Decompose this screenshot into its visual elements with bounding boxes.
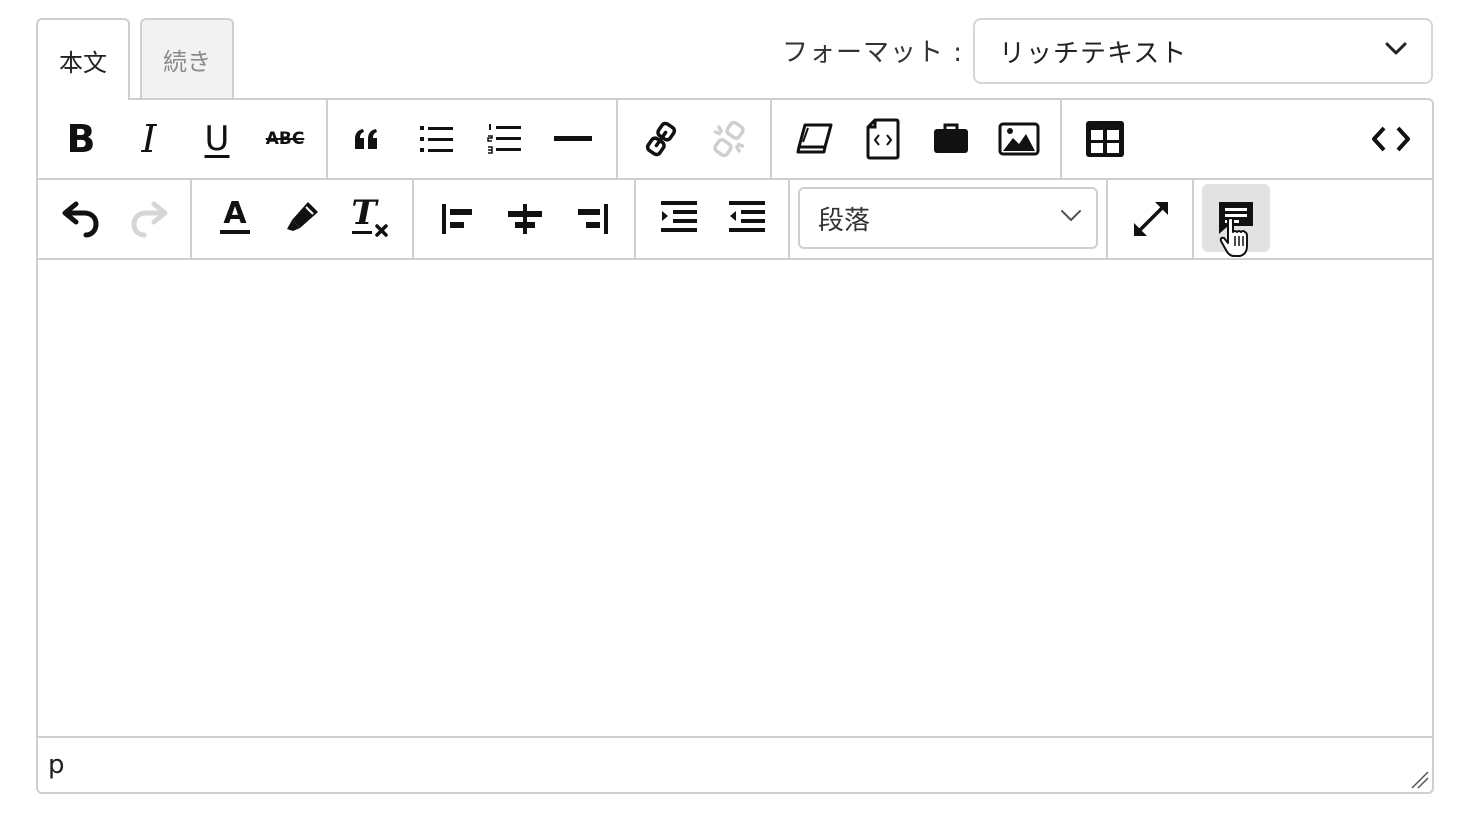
- svg-text:T: T: [351, 196, 379, 233]
- clear-format-button[interactable]: T: [342, 188, 400, 246]
- underline-button[interactable]: U: [188, 110, 246, 168]
- indent-button[interactable]: [650, 190, 708, 248]
- text-color-button[interactable]: A: [206, 188, 264, 246]
- redo-icon: [131, 201, 168, 238]
- tab-tsuzuki[interactable]: 続き: [140, 18, 234, 98]
- clear-format-icon: T: [351, 196, 388, 237]
- chevron-down-icon: [1061, 210, 1081, 221]
- align-right-icon: [578, 204, 608, 234]
- align-right-button[interactable]: [564, 190, 622, 248]
- toolbar-separator: [634, 180, 636, 258]
- image-button[interactable]: [990, 110, 1048, 168]
- code-file-icon: [866, 118, 900, 160]
- unlink-icon: [713, 120, 745, 158]
- italic-button[interactable]: I: [120, 110, 178, 168]
- svg-text:A: A: [223, 197, 247, 231]
- format-select[interactable]: リッチテキスト: [973, 18, 1433, 84]
- text-color-icon: A: [220, 197, 250, 234]
- tab-label: 本文: [59, 48, 107, 77]
- tab-honbun[interactable]: 本文: [36, 18, 130, 100]
- toolbar-separator: [788, 180, 790, 258]
- unlink-button[interactable]: [700, 110, 758, 168]
- bullet-list-button[interactable]: [408, 110, 466, 168]
- strikethrough-button[interactable]: ABC: [256, 110, 314, 168]
- source-code-button[interactable]: [1362, 110, 1420, 168]
- chevron-down-icon: [1385, 42, 1407, 55]
- element-path[interactable]: p: [48, 750, 65, 780]
- toolbar-separator: [1106, 180, 1108, 258]
- blockquote-button[interactable]: [338, 110, 396, 168]
- indent-icon: [661, 201, 697, 232]
- table-button[interactable]: [1076, 110, 1134, 168]
- editor-content-area[interactable]: [38, 262, 1432, 736]
- link-icon: [645, 121, 677, 157]
- bullet-list-icon: [420, 126, 453, 152]
- horizontal-rule-icon: [554, 136, 592, 141]
- toolbar-separator: [190, 180, 192, 258]
- align-center-icon: [508, 204, 542, 234]
- italic-icon: I: [141, 117, 157, 161]
- undo-icon: [62, 201, 99, 238]
- undo-button[interactable]: [52, 190, 110, 248]
- paragraph-format-value: 段落: [818, 205, 871, 236]
- editor-statusbar: p: [38, 736, 1432, 792]
- numbered-list-icon: [487, 124, 521, 154]
- toolbar-row-2: A T 段落: [38, 180, 1432, 260]
- media-button[interactable]: [922, 110, 980, 168]
- redo-button[interactable]: [120, 190, 178, 248]
- outdent-icon: [729, 201, 765, 232]
- toolbar-separator: [412, 180, 414, 258]
- toolbar-row-1: B I U ABC: [38, 100, 1432, 180]
- resize-handle-icon[interactable]: [1408, 768, 1430, 790]
- horizontal-rule-button[interactable]: [544, 110, 602, 168]
- table-icon: [1086, 121, 1124, 157]
- link-button[interactable]: [632, 110, 690, 168]
- align-center-button[interactable]: [496, 190, 554, 248]
- briefcase-icon: [934, 123, 968, 153]
- toolbar-separator: [770, 100, 772, 178]
- highlighter-icon: [287, 202, 318, 231]
- outdent-button[interactable]: [718, 190, 776, 248]
- bold-button[interactable]: B: [52, 110, 110, 168]
- tab-label: 続き: [163, 47, 211, 76]
- quote-icon: [355, 129, 377, 149]
- format-label: フォーマット :: [782, 38, 964, 68]
- align-left-button[interactable]: [428, 190, 486, 248]
- bold-icon: B: [66, 117, 96, 161]
- align-left-icon: [442, 204, 472, 234]
- numbered-list-button[interactable]: [476, 110, 534, 168]
- expand-icon: [1134, 202, 1168, 236]
- paragraph-format-select[interactable]: 段落: [798, 187, 1098, 249]
- toolbar-separator: [326, 100, 328, 178]
- highlight-button[interactable]: [274, 188, 332, 246]
- template-icon: [796, 123, 833, 154]
- toolbar-separator: [616, 100, 618, 178]
- pointer-cursor-icon: [1219, 217, 1248, 257]
- rich-text-editor: B I U ABC A T 段落 p: [36, 98, 1434, 794]
- format-select-value: リッチテキスト: [999, 38, 1188, 69]
- template-button[interactable]: [786, 110, 844, 168]
- image-icon: [998, 122, 1040, 156]
- fullscreen-button[interactable]: [1122, 190, 1180, 248]
- toolbar-separator: [1060, 100, 1062, 178]
- toolbar-separator: [1192, 180, 1194, 258]
- code-icon: [1372, 126, 1410, 152]
- strikethrough-icon: ABC: [265, 129, 305, 149]
- underline-icon: U: [204, 119, 230, 159]
- code-file-button[interactable]: [854, 110, 912, 168]
